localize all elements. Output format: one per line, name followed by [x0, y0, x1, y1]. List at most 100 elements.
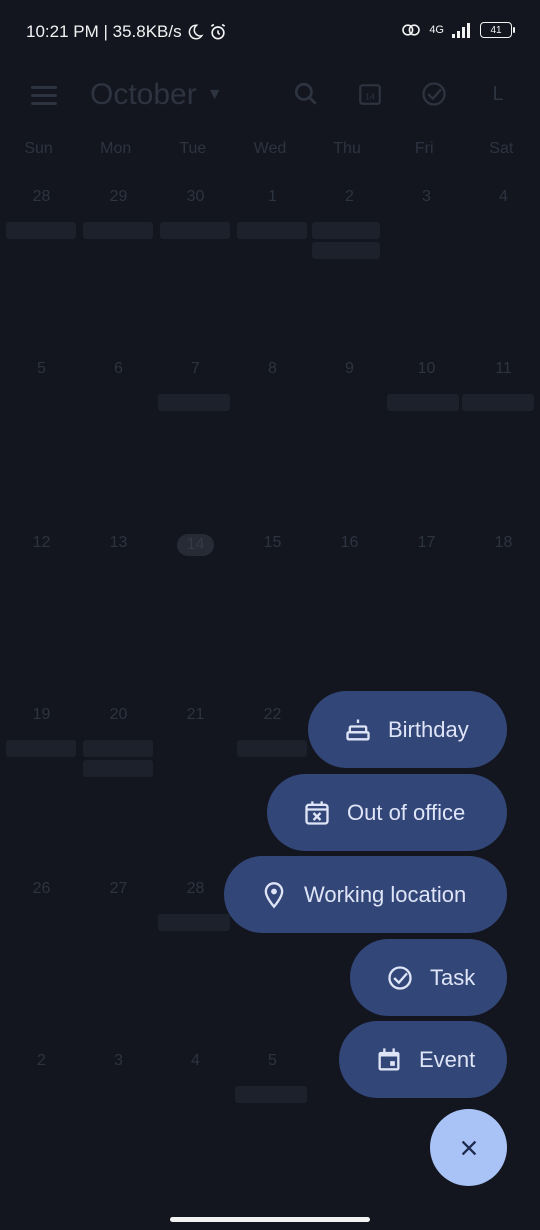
app-bar: October ▼ 14 L	[0, 64, 540, 128]
status-bar: 10:21 PM | 35.8KB/s 4G 41	[0, 0, 540, 64]
day-cell[interactable]: 22	[234, 706, 311, 724]
event-chip[interactable]	[462, 394, 534, 411]
day-cell[interactable]: 4	[465, 188, 540, 206]
battery-level: 41	[490, 24, 502, 36]
event-chip[interactable]	[312, 242, 380, 259]
day-cell[interactable]: 2	[311, 188, 388, 206]
month-selector[interactable]: October ▼	[90, 78, 223, 112]
moon-icon	[188, 24, 204, 40]
menu-icon[interactable]	[31, 86, 57, 106]
day-cell[interactable]: 26	[3, 880, 80, 898]
task-label: Task	[430, 964, 476, 990]
day-cell[interactable]: 7	[157, 360, 234, 378]
signal-icon	[452, 23, 470, 38]
birthday-label: Birthday	[388, 716, 469, 742]
task-check-icon	[385, 963, 415, 993]
out-of-office-label: Out of office	[347, 799, 466, 825]
day-cell[interactable]: 21	[157, 706, 234, 724]
today-cell[interactable]: 14	[157, 534, 234, 556]
event-label: Event	[419, 1046, 476, 1072]
avatar[interactable]: L	[484, 80, 512, 108]
event-chip[interactable]	[237, 222, 307, 239]
event-chip[interactable]	[83, 222, 153, 239]
tasks-icon[interactable]	[420, 80, 448, 108]
app-bar-actions: 14 L	[292, 80, 512, 108]
month-title: October	[90, 78, 197, 111]
day-cell[interactable]: 28	[3, 188, 80, 206]
event-chip[interactable]	[387, 394, 459, 411]
calendar-month-view: October ▼ 14 L Sun Mon Tue Wed Thu Fri S…	[0, 64, 540, 1184]
search-icon[interactable]	[292, 80, 320, 108]
event-chip[interactable]	[158, 394, 230, 411]
calendar-cancel-icon	[302, 798, 332, 828]
event-chip[interactable]	[237, 740, 307, 757]
location-pin-icon	[259, 880, 289, 910]
alarm-icon	[210, 23, 225, 40]
day-cell[interactable]: 6	[80, 360, 157, 378]
day-cell[interactable]: 5	[3, 360, 80, 378]
day-cell[interactable]: 28	[157, 880, 234, 898]
close-fab-button[interactable]	[430, 1109, 507, 1186]
cake-icon	[343, 715, 373, 745]
weekday-header: Sun Mon Tue Wed Thu Fri Sat	[0, 140, 540, 158]
day-cell[interactable]: 8	[234, 360, 311, 378]
day-cell[interactable]: 27	[80, 880, 157, 898]
week-row: 5 6 7 8 9 10 11	[0, 360, 540, 536]
day-cell[interactable]: 29	[80, 188, 157, 206]
day-cell[interactable]: 11	[465, 360, 540, 378]
event-chip[interactable]	[6, 740, 76, 757]
status-left: 10:21 PM | 35.8KB/s	[26, 22, 228, 42]
working-location-label: Working location	[304, 881, 467, 907]
event-button[interactable]: Event	[339, 1021, 507, 1098]
event-chip[interactable]	[83, 740, 153, 757]
weekday-label: Wed	[253, 140, 287, 157]
event-chip[interactable]	[158, 914, 230, 931]
task-button[interactable]: Task	[350, 939, 507, 1016]
today-icon[interactable]: 14	[356, 80, 384, 108]
day-cell[interactable]: 3	[80, 1052, 157, 1070]
weekday-label: Sat	[489, 140, 514, 157]
battery-icon: 41	[480, 22, 515, 38]
day-cell[interactable]: 9	[311, 360, 388, 378]
week-row: 28 29 30 1 2 3 4	[0, 188, 540, 364]
day-cell[interactable]: 3	[388, 188, 465, 206]
hotspot-icon	[402, 24, 421, 36]
day-cell[interactable]: 5	[234, 1052, 311, 1070]
working-location-button[interactable]: Working location	[224, 856, 507, 933]
day-cell[interactable]: 4	[157, 1052, 234, 1070]
day-cell[interactable]: 1	[234, 188, 311, 206]
weekday-label: Sun	[24, 140, 53, 157]
svg-text:14: 14	[365, 91, 375, 101]
day-cell[interactable]: 12	[3, 534, 80, 552]
day-cell[interactable]: 2	[3, 1052, 80, 1070]
week-row: 12 13 14 15 16 17 18	[0, 534, 540, 710]
home-indicator[interactable]	[170, 1217, 370, 1222]
day-cell[interactable]: 18	[465, 534, 540, 552]
day-cell[interactable]: 15	[234, 534, 311, 552]
out-of-office-button[interactable]: Out of office	[267, 774, 507, 851]
event-chip[interactable]	[312, 222, 380, 239]
birthday-button[interactable]: Birthday	[308, 691, 507, 768]
day-cell[interactable]: 20	[80, 706, 157, 724]
event-chip[interactable]	[160, 222, 230, 239]
day-cell[interactable]: 13	[80, 534, 157, 552]
event-chip[interactable]	[6, 222, 76, 239]
status-right: 4G 41	[401, 22, 515, 38]
status-time-speed: 10:21 PM | 35.8KB/s	[26, 22, 182, 41]
chevron-down-icon: ▼	[206, 86, 223, 103]
day-cell[interactable]: 17	[388, 534, 465, 552]
day-cell[interactable]: 16	[311, 534, 388, 552]
event-chip[interactable]	[235, 1086, 307, 1103]
weekday-label: Thu	[333, 140, 361, 157]
weekday-label: Mon	[100, 140, 132, 157]
day-cell[interactable]: 19	[3, 706, 80, 724]
weekday-label: Fri	[414, 140, 434, 157]
calendar-event-icon	[374, 1045, 404, 1075]
weekday-label: Tue	[179, 140, 207, 157]
today-marker: 14	[176, 534, 215, 556]
day-cell[interactable]: 30	[157, 188, 234, 206]
network-type: 4G	[429, 24, 444, 36]
close-icon	[461, 1140, 476, 1155]
day-cell[interactable]: 10	[388, 360, 465, 378]
event-chip[interactable]	[83, 760, 153, 777]
